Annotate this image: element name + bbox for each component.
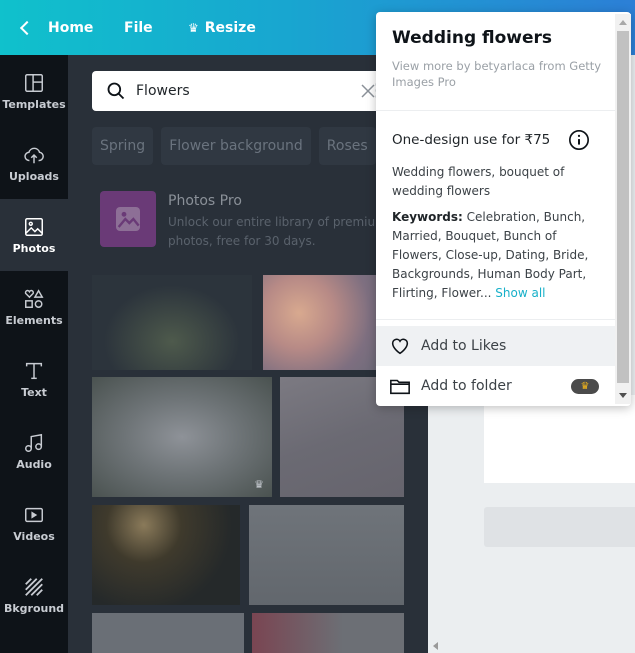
add-to-likes-label: Add to Likes [421,338,507,354]
suggestion-chips: Spring Flower background Roses [92,127,376,165]
sidebar-label: Photos [12,241,56,255]
chevron-left-icon [19,20,35,35]
chip-roses[interactable]: Roses [318,127,376,165]
search-bar [92,71,392,111]
promo-description: Unlock our entire library of premium pho… [168,215,387,248]
image-icon [25,217,43,236]
sidebar-item-templates[interactable]: Templates [0,55,68,127]
promo-title: Photos Pro [168,193,242,209]
cloud-upload-icon [24,147,44,163]
sidebar-item-elements[interactable]: Elements [0,271,68,343]
show-all-link[interactable]: Show all [495,286,545,300]
sidebar-item-text[interactable]: Text [0,343,68,415]
photos-panel: Spring Flower background Roses Photos Pr… [68,55,428,653]
photo-thumbnail[interactable] [92,275,252,370]
sidebar-label: Elements [5,313,63,327]
search-icon [107,82,125,100]
keywords-label: Keywords: [392,210,463,224]
photo-thumbnail[interactable] [252,613,404,653]
popover-title: Wedding flowers [392,28,553,48]
popover-source-link[interactable]: View more by betyarlaca from Getty Image… [392,58,612,90]
divider [376,110,616,111]
sidebar-item-videos[interactable]: Videos [0,487,68,559]
sidebar-label: Audio [16,457,52,471]
sidebar-item-audio[interactable]: Audio [0,415,68,487]
sidebar-item-photos[interactable]: Photos [0,199,68,271]
chip-flower-background[interactable]: Flower background [161,127,311,165]
add-page-bar[interactable] [484,507,635,547]
popover-description: Wedding flowers, bouquet of wedding flow… [392,165,565,198]
heart-icon [391,338,409,355]
crown-icon: ♛ [580,381,590,392]
photo-thumbnail[interactable] [249,505,404,605]
photos-pro-promo[interactable]: Photos Pro Unlock our entire library of … [100,191,400,251]
design-page[interactable] [484,395,635,483]
scroll-left-arrow[interactable] [433,642,438,650]
shapes-icon [24,288,44,308]
sidebar: Templates Uploads Photos Elements Text A… [0,55,68,653]
photo-info-popover: Wedding flowers View more by betyarlaca … [376,12,631,406]
video-icon [25,507,43,522]
sidebar-label: Templates [2,97,66,111]
clear-search-icon[interactable] [360,83,376,99]
photo-thumbnail[interactable] [263,275,383,370]
popover-price: One-design use for ₹75 [392,132,551,148]
text-icon [25,362,43,379]
photo-thumbnail[interactable] [92,613,244,653]
sidebar-label: Uploads [9,169,59,183]
pro-crown-badge: ♛ [571,379,599,394]
home-label: Home [48,19,94,36]
popover-scrollbar[interactable] [615,14,631,404]
sidebar-item-background[interactable]: Bkground [0,559,68,631]
divider [376,319,616,320]
folder-icon [390,379,410,395]
templates-icon [25,73,43,92]
search-input[interactable] [136,83,316,99]
resize-button[interactable]: ♛ Resize [188,20,256,36]
photos-pro-image-icon [100,191,156,247]
photo-thumbnail[interactable]: ♛ [92,377,272,497]
background-pattern-icon [25,577,43,596]
add-to-folder-label: Add to folder [421,378,512,394]
sidebar-label: Videos [13,529,55,543]
scroll-up-arrow[interactable] [619,20,627,25]
scrollbar-thumb[interactable] [617,31,629,383]
sidebar-label: Text [21,385,47,399]
file-menu-button[interactable]: File [124,20,153,36]
add-to-likes-button[interactable]: Add to Likes [376,326,616,366]
info-icon[interactable] [568,129,590,151]
scroll-down-arrow[interactable] [619,393,627,398]
crown-icon: ♛ [254,478,264,491]
sidebar-label: Bkground [3,601,65,615]
resize-label: Resize [204,19,256,36]
popover-keywords: Keywords: Celebration, Bunch, Married, B… [392,208,607,303]
add-to-folder-button[interactable]: Add to folder ♛ [376,366,616,406]
music-note-icon [25,433,43,452]
home-button[interactable]: Home [18,20,93,36]
sidebar-item-uploads[interactable]: Uploads [0,127,68,199]
crown-icon: ♛ [188,20,199,35]
photo-thumbnail[interactable] [92,505,240,605]
file-label: File [124,19,153,36]
chip-spring[interactable]: Spring [92,127,154,165]
